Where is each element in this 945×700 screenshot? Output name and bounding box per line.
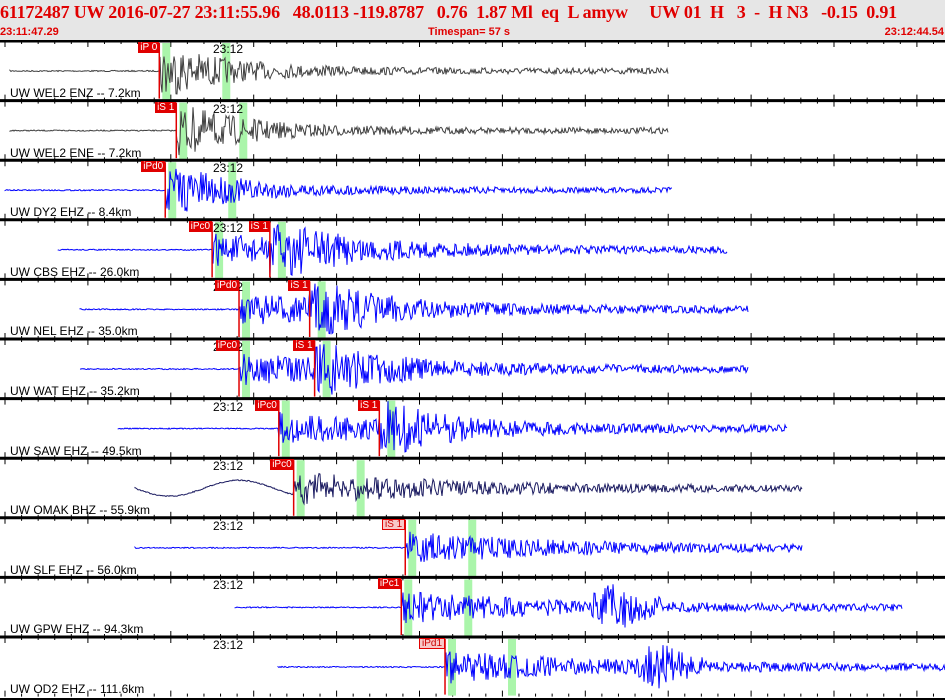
seismogram-panel[interactable]: UW WEL2 ENZ -- 7.2km 23:12 iP 0 UW WEL2 ENE… bbox=[0, 40, 945, 700]
pick-window bbox=[508, 639, 517, 696]
station-label: UW OMAK BHZ -- 55.9km bbox=[10, 503, 151, 518]
traces bbox=[0, 40, 945, 700]
seismic-trace bbox=[79, 344, 749, 395]
seismic-trace bbox=[234, 584, 903, 628]
station-label: UW WEL2 ENZ -- 7.2km bbox=[10, 86, 141, 100]
header-bar: 61172487 UW 2016-07-27 23:11:55.96 48.01… bbox=[0, 0, 945, 40]
station-label: UW OD2 EHZ -- 111.6km bbox=[10, 682, 145, 696]
time-label: 23:12 bbox=[213, 101, 244, 116]
station-label: UW SAW EHZ -- 49.5km bbox=[10, 443, 142, 458]
seismic-trace bbox=[79, 283, 749, 335]
timespan: Timespan= 57 s bbox=[428, 26, 511, 38]
pick-window bbox=[468, 519, 477, 577]
pick-flag[interactable]: iPc0 bbox=[270, 459, 294, 471]
station-label: UW GPW EHZ -- 94.3km bbox=[10, 622, 144, 637]
pick-flag[interactable]: iP 0 bbox=[138, 42, 160, 53]
station-label: UW DY2 EHZ -- 8.4km bbox=[10, 205, 132, 220]
seismic-trace bbox=[277, 645, 945, 689]
time-label: 23:12 bbox=[213, 161, 244, 176]
pick-flag[interactable]: iS 1 bbox=[293, 340, 315, 351]
time-label: 23:12 bbox=[213, 459, 244, 474]
time-label: 23:12 bbox=[213, 518, 244, 533]
pick-flag[interactable]: iS 1 bbox=[155, 101, 177, 113]
pick-flag[interactable]: iPc0 bbox=[255, 399, 279, 411]
pick-flag[interactable]: iS 1 bbox=[358, 399, 380, 411]
pick-flag[interactable]: iS 1 bbox=[248, 220, 270, 232]
pick-flag[interactable]: iPd1 bbox=[419, 638, 446, 649]
event-title: 61172487 UW 2016-07-27 23:11:55.96 48.01… bbox=[0, 2, 897, 22]
end-time: 23:12:44.54 bbox=[884, 26, 944, 38]
seismic-trace bbox=[57, 224, 728, 277]
time-label: 23:12 bbox=[213, 399, 244, 414]
station-label: UW WAT EHZ -- 35.2km bbox=[10, 384, 140, 398]
start-time: 23:11:47.29 bbox=[0, 26, 59, 38]
pick-flag[interactable]: iPc0 bbox=[188, 220, 213, 232]
time-label: 23:12 bbox=[213, 220, 244, 235]
pick-flag[interactable]: iPd0 bbox=[141, 161, 166, 173]
station-label: UW SLF EHZ -- 56.0km bbox=[10, 562, 137, 577]
seismic-trace bbox=[134, 472, 803, 506]
time-label: 23:12 bbox=[213, 42, 244, 56]
pick-flag[interactable]: iS 1 bbox=[382, 518, 406, 530]
time-label: 23:12 bbox=[213, 638, 244, 652]
time-label: 23:12 bbox=[213, 578, 244, 593]
pick-window bbox=[277, 221, 286, 279]
station-label: UW NEL EHZ -- 35.0km bbox=[10, 324, 138, 339]
pick-flag[interactable]: iPc1 bbox=[377, 578, 402, 590]
station-label: UW WEL2 ENE -- 7.2km bbox=[10, 145, 142, 160]
pick-flag[interactable]: iPc0 bbox=[215, 340, 240, 351]
pick-flag[interactable]: iS 1 bbox=[288, 280, 310, 292]
station-label: UW CBS EHZ -- 26.0km bbox=[10, 264, 140, 279]
pick-flag[interactable]: iPd0 bbox=[215, 280, 240, 292]
